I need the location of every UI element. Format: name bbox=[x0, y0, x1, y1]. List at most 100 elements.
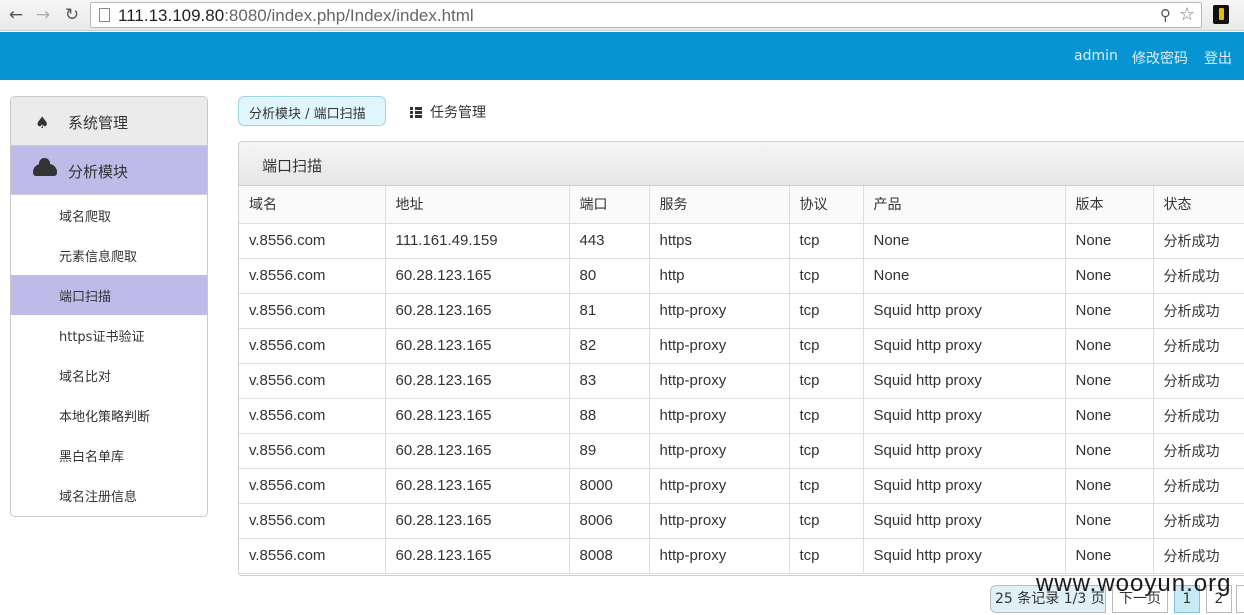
breadcrumb[interactable]: 分析模块 / 端口扫描 bbox=[238, 96, 386, 126]
sidebar-item-label: 元素信息爬取 bbox=[59, 250, 138, 265]
cell-product: Squid http proxy bbox=[863, 433, 1066, 469]
column-header-domain: 域名 bbox=[239, 186, 386, 224]
port-scan-panel: 端口扫描 域名 地址 端口 服务 协议 产品 版本 状态 v.8556.com 1… bbox=[238, 141, 1244, 576]
cell-version: None bbox=[1065, 538, 1154, 574]
cell-service: http-proxy bbox=[649, 433, 790, 469]
cell-version: None bbox=[1065, 363, 1154, 399]
key-icon[interactable]: ⚲ bbox=[1160, 6, 1171, 24]
cell-address: 60.28.123.165 bbox=[385, 433, 570, 469]
cell-status: 分析成功 bbox=[1153, 433, 1244, 469]
cell-protocol: tcp bbox=[789, 503, 864, 539]
column-header-address: 地址 bbox=[385, 186, 570, 224]
change-password-link[interactable]: 修改密码 bbox=[1132, 48, 1188, 68]
cell-status: 分析成功 bbox=[1153, 328, 1244, 364]
cell-address: 60.28.123.165 bbox=[385, 398, 570, 434]
sidebar-item-localization[interactable]: 本地化策略判断 bbox=[11, 395, 207, 435]
cell-address: 60.28.123.165 bbox=[385, 258, 570, 294]
sidebar-item-port-scan[interactable]: 端口扫描 bbox=[11, 275, 207, 315]
cell-protocol: tcp bbox=[789, 468, 864, 504]
logout-link[interactable]: 登出 bbox=[1204, 48, 1232, 68]
cell-port: 82 bbox=[569, 328, 650, 364]
cell-port: 80 bbox=[569, 258, 650, 294]
cell-version: None bbox=[1065, 223, 1154, 259]
forward-icon[interactable]: → bbox=[31, 3, 55, 27]
cell-product: Squid http proxy bbox=[863, 503, 1066, 539]
cell-status: 分析成功 bbox=[1153, 363, 1244, 399]
table-row[interactable]: v.8556.com 60.28.123.165 80 http tcp None None… bbox=[239, 258, 1244, 294]
address-bar[interactable]: 111.13.109.80:8080/index.php/Index/index… bbox=[90, 2, 1202, 28]
url-host: 111.13.109.80 bbox=[118, 6, 225, 25]
cell-address: 60.28.123.165 bbox=[385, 538, 570, 574]
users-icon: ♠ bbox=[35, 113, 50, 132]
sidebar-item-domain-compare[interactable]: 域名比对 bbox=[11, 355, 207, 395]
cell-version: None bbox=[1065, 503, 1154, 539]
sidebar-section-system[interactable]: ♠ 系统管理 bbox=[11, 97, 207, 146]
cell-version: None bbox=[1065, 258, 1154, 294]
cell-domain: v.8556.com bbox=[239, 538, 386, 574]
reload-icon[interactable]: ↻ bbox=[60, 3, 84, 27]
cell-domain: v.8556.com bbox=[239, 258, 386, 294]
table-row[interactable]: v.8556.com 60.28.123.165 88 http-proxy tcp Sq… bbox=[239, 398, 1244, 434]
sidebar-item-element-crawl[interactable]: 元素信息爬取 bbox=[11, 235, 207, 275]
sidebar-section-label: 系统管理 bbox=[68, 114, 129, 132]
column-header-status: 状态 bbox=[1153, 186, 1244, 224]
top-navbar: admin 修改密码 登出 bbox=[0, 32, 1244, 80]
url-text[interactable]: 111.13.109.80:8080/index.php/Index/index… bbox=[118, 6, 474, 26]
cell-status: 分析成功 bbox=[1153, 293, 1244, 329]
column-header-port: 端口 bbox=[569, 186, 650, 224]
cell-domain: v.8556.com bbox=[239, 398, 386, 434]
sidebar-item-whois[interactable]: 域名注册信息 bbox=[11, 475, 207, 515]
sidebar-section-analysis[interactable]: 分析模块 bbox=[11, 146, 207, 195]
column-header-service: 服务 bbox=[649, 186, 790, 224]
sidebar-item-label: https证书验证 bbox=[59, 330, 145, 345]
cell-version: None bbox=[1065, 398, 1154, 434]
cell-product: None bbox=[863, 258, 1066, 294]
sidebar-item-domain-crawl[interactable]: 域名爬取 bbox=[11, 195, 207, 235]
table-row[interactable]: v.8556.com 60.28.123.165 89 http-proxy tcp Sq… bbox=[239, 433, 1244, 469]
cell-service: http-proxy bbox=[649, 328, 790, 364]
port-scan-table: 域名 地址 端口 服务 协议 产品 版本 状态 v.8556.com 111.16… bbox=[239, 186, 1244, 574]
sidebar-section-label: 分析模块 bbox=[68, 163, 129, 181]
cell-protocol: tcp bbox=[789, 363, 864, 399]
table-row[interactable]: v.8556.com 60.28.123.165 8006 http-proxy tcp… bbox=[239, 503, 1244, 539]
cell-version: None bbox=[1065, 293, 1154, 329]
table-row[interactable]: v.8556.com 60.28.123.165 81 http-proxy tcp Sq… bbox=[239, 293, 1244, 329]
sidebar-item-blacklist[interactable]: 黑白名单库 bbox=[11, 435, 207, 475]
cell-domain: v.8556.com bbox=[239, 468, 386, 504]
cell-protocol: tcp bbox=[789, 258, 864, 294]
table-row[interactable]: v.8556.com 60.28.123.165 82 http-proxy tcp Sq… bbox=[239, 328, 1244, 364]
sidebar-item-https-cert[interactable]: https证书验证 bbox=[11, 315, 207, 355]
cell-domain: v.8556.com bbox=[239, 363, 386, 399]
extension-icon[interactable] bbox=[1213, 5, 1229, 24]
browser-toolbar: ← → ↻ 111.13.109.80:8080/index.php/Index… bbox=[0, 0, 1244, 31]
column-header-product: 产品 bbox=[863, 186, 1066, 224]
back-icon[interactable]: ← bbox=[4, 3, 28, 27]
table-row[interactable]: v.8556.com 60.28.123.165 8008 http-proxy tcp… bbox=[239, 538, 1244, 574]
cell-port: 83 bbox=[569, 363, 650, 399]
cell-product: Squid http proxy bbox=[863, 363, 1066, 399]
watermark: www.wooyun.org bbox=[1036, 570, 1232, 597]
sidebar: ♠ 系统管理 分析模块 域名爬取 元素信息爬取 端口扫描 https证书验证 域… bbox=[10, 96, 208, 517]
table-row[interactable]: v.8556.com 60.28.123.165 8000 http-proxy tcp… bbox=[239, 468, 1244, 504]
cell-domain: v.8556.com bbox=[239, 503, 386, 539]
table-row[interactable]: v.8556.com 60.28.123.165 83 http-proxy tcp Sq… bbox=[239, 363, 1244, 399]
cell-address: 60.28.123.165 bbox=[385, 363, 570, 399]
tab-task-management[interactable]: 任务管理 bbox=[410, 102, 486, 122]
table-row[interactable]: v.8556.com 111.161.49.159 443 https tcp None N… bbox=[239, 223, 1244, 259]
cell-product: Squid http proxy bbox=[863, 538, 1066, 574]
cell-status: 分析成功 bbox=[1153, 503, 1244, 539]
sidebar-item-label: 黑白名单库 bbox=[59, 450, 125, 465]
cell-address: 60.28.123.165 bbox=[385, 293, 570, 329]
cell-port: 8006 bbox=[569, 503, 650, 539]
tab-label: 任务管理 bbox=[430, 105, 486, 121]
cell-domain: v.8556.com bbox=[239, 433, 386, 469]
cell-service: http-proxy bbox=[649, 363, 790, 399]
cell-product: Squid http proxy bbox=[863, 328, 1066, 364]
cell-status: 分析成功 bbox=[1153, 223, 1244, 259]
bookmark-star-icon[interactable]: ☆ bbox=[1179, 4, 1195, 25]
cell-port: 81 bbox=[569, 293, 650, 329]
cell-service: http bbox=[649, 258, 790, 294]
panel-title: 端口扫描 bbox=[239, 142, 1244, 186]
user-link[interactable]: admin bbox=[1074, 48, 1118, 64]
column-header-protocol: 协议 bbox=[789, 186, 864, 224]
